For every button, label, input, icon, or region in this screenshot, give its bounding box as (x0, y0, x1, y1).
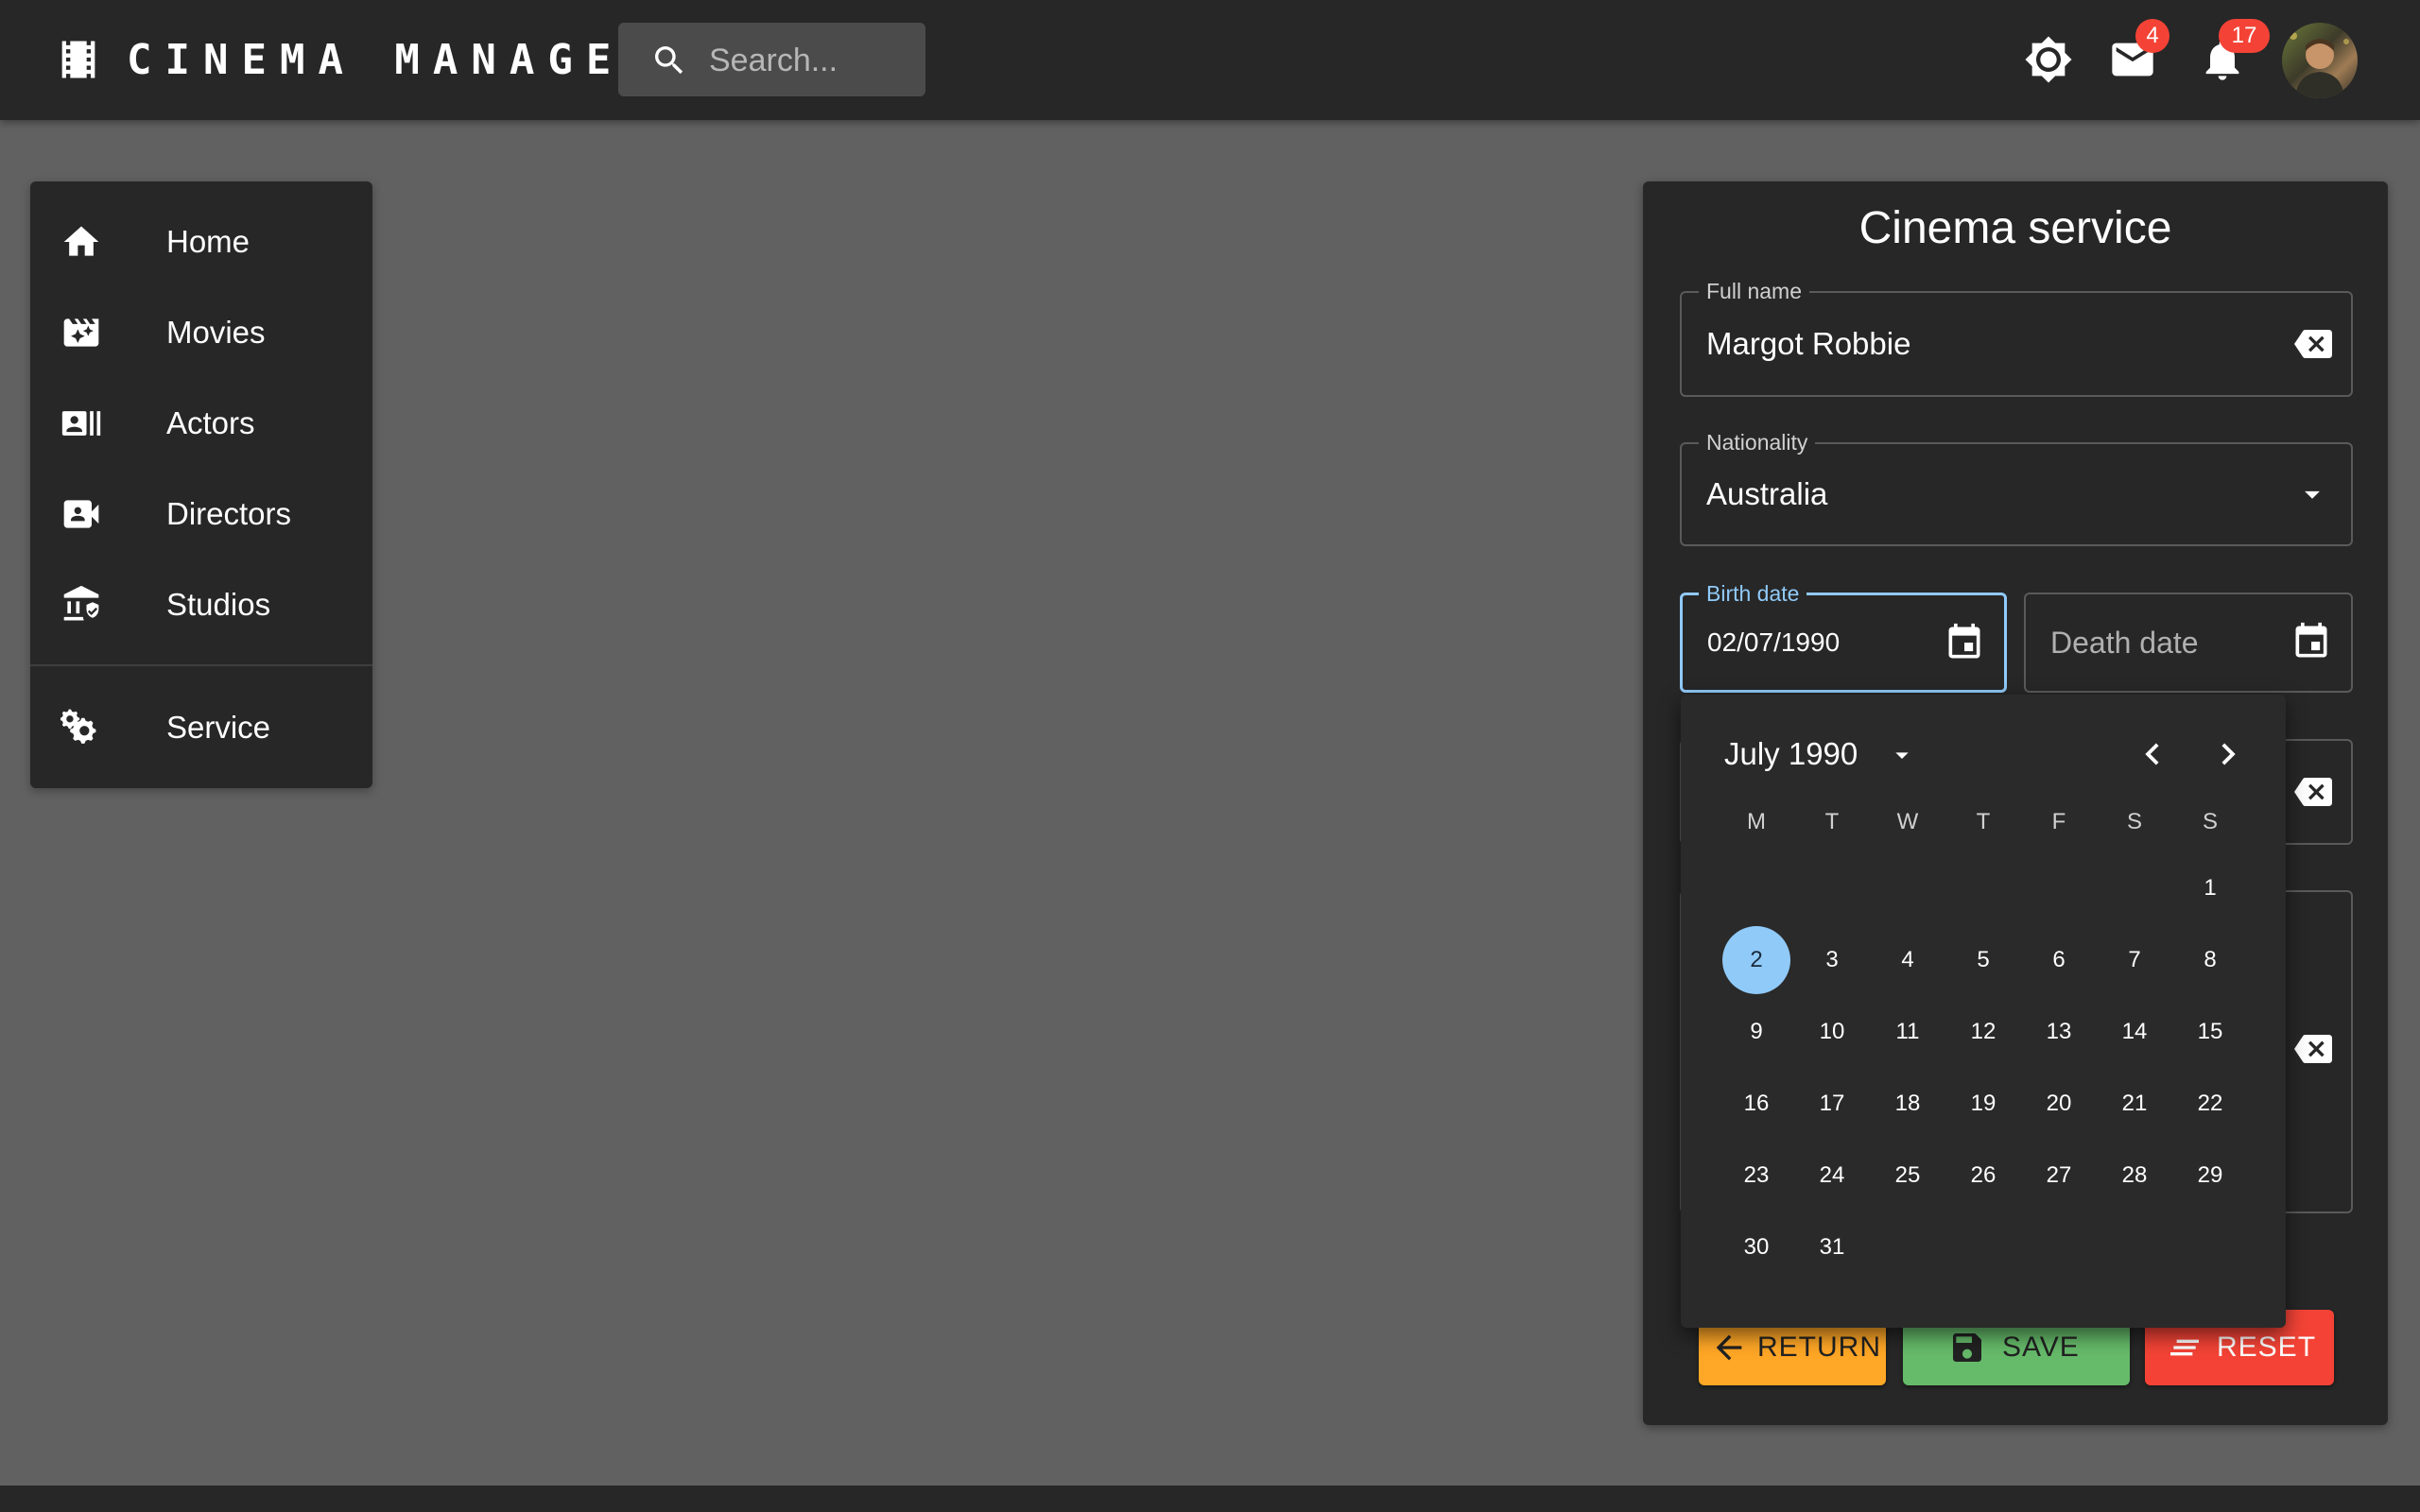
calendar-day[interactable]: 20 (2025, 1070, 2093, 1138)
weekday-label: T (1824, 809, 1840, 834)
calendar-day[interactable]: 27 (2025, 1142, 2093, 1210)
film-strip-icon (61, 41, 95, 78)
search-box[interactable] (618, 23, 925, 98)
chevron-right-icon[interactable] (2206, 732, 2250, 776)
full-name-field[interactable]: Full name Margot Robbie (1680, 278, 2353, 397)
weekday-label: F (2051, 809, 2066, 834)
calendar-day[interactable]: 3 (1798, 926, 1866, 994)
calendar-day[interactable]: 31 (1798, 1213, 1866, 1281)
sidebar-item-studios[interactable]: Studios (30, 559, 372, 650)
nationality-select[interactable]: Nationality Australia (1680, 429, 2353, 546)
save-icon (1953, 1333, 1981, 1362)
date-picker-popup: July 1990 MTWTFSS 1 2 3 4 5 6 7 8 9 10 11 12 13 14 15 1… (1681, 695, 2286, 1328)
dropdown-arrow-icon[interactable] (2294, 476, 2330, 512)
sidebar-item-label: Movies (166, 315, 266, 350)
studio-building-icon (63, 585, 99, 621)
search-input[interactable] (707, 23, 919, 98)
weekday-label: T (1976, 809, 1991, 834)
sidebar-divider (30, 664, 372, 666)
nationality-value: Australia (1706, 476, 1828, 511)
calendar-day-selected[interactable]: 2 (1722, 926, 1790, 994)
calendar-day[interactable]: 19 (1949, 1070, 2017, 1138)
weekday-label: S (2202, 809, 2218, 834)
mail-badge: 4 (2135, 19, 2169, 53)
sidebar: Home Movies Actors Directors Studios Ser… (30, 181, 372, 788)
user-photo (2290, 32, 2349, 98)
full-name-value[interactable]: Margot Robbie (1706, 293, 1910, 395)
calendar-day[interactable]: 15 (2176, 998, 2244, 1066)
app-title[interactable]: CINEMA MANAGER (127, 34, 663, 87)
calendar-day[interactable]: 29 (2176, 1142, 2244, 1210)
calendar-day[interactable]: 13 (2025, 998, 2093, 1066)
clear-icon[interactable] (2289, 773, 2338, 811)
video-camera-front-icon (63, 500, 99, 528)
weekday-label: S (2126, 809, 2142, 834)
calendar-day[interactable]: 25 (1874, 1142, 1942, 1210)
calendar-day[interactable]: 16 (1722, 1070, 1790, 1138)
brightness-icon[interactable] (2024, 35, 2073, 84)
birth-date-field[interactable]: Birth date 02/07/1990 (1680, 580, 2007, 693)
sidebar-item-label: Actors (166, 405, 255, 440)
calendar-day[interactable]: 1 (2176, 854, 2244, 922)
weekday-label: W (1896, 809, 1919, 834)
calendar-day[interactable]: 4 (1874, 926, 1942, 994)
footer-bar (0, 1486, 2420, 1512)
search-icon (655, 46, 683, 75)
chevron-left-icon[interactable] (2131, 732, 2174, 776)
recent-actors-icon (61, 411, 101, 436)
calendar-day[interactable]: 7 (2100, 926, 2169, 994)
month-dropdown-icon[interactable] (1887, 740, 1917, 770)
calendar-day[interactable]: 21 (2100, 1070, 2169, 1138)
death-date-placeholder: Death date (2050, 626, 2199, 660)
calendar-day[interactable]: 5 (1949, 926, 2017, 994)
sidebar-item-label: Studios (166, 587, 271, 622)
clear-all-icon (2170, 1339, 2199, 1356)
calendar-day[interactable]: 17 (1798, 1070, 1866, 1138)
settings-gears-icon (60, 709, 96, 744)
panel-title: Cinema service (1858, 203, 2172, 253)
sidebar-item-service[interactable]: Service (30, 682, 372, 773)
home-icon (63, 226, 99, 256)
calendar-icon[interactable] (2290, 621, 2332, 662)
notifications-badge: 17 (2219, 19, 2270, 53)
calendar-day[interactable]: 12 (1949, 998, 2017, 1066)
calendar-day[interactable]: 22 (2176, 1070, 2244, 1138)
movie-filter-icon (63, 318, 99, 347)
sidebar-item-label: Service (166, 710, 271, 745)
calendar-day[interactable]: 23 (1722, 1142, 1790, 1210)
birth-date-value[interactable]: 02/07/1990 (1707, 595, 1840, 690)
sidebar-item-label: Directors (166, 496, 292, 531)
clear-icon[interactable] (2289, 325, 2338, 363)
calendar-day[interactable]: 8 (2176, 926, 2244, 994)
sidebar-item-movies[interactable]: Movies (30, 287, 372, 378)
calendar-day[interactable]: 11 (1874, 998, 1942, 1066)
clear-icon[interactable] (2289, 1030, 2338, 1068)
sidebar-item-home[interactable]: Home (30, 197, 372, 287)
calendar-day[interactable]: 9 (1722, 998, 1790, 1066)
calendar-day[interactable]: 10 (1798, 998, 1866, 1066)
sidebar-item-label: Home (166, 224, 251, 259)
avatar[interactable] (2282, 23, 2358, 98)
arrow-back-icon (1716, 1334, 1742, 1361)
calendar-month-label[interactable]: July 1990 (1724, 732, 1858, 776)
calendar-icon[interactable] (1944, 622, 1985, 663)
sidebar-item-directors[interactable]: Directors (30, 469, 372, 559)
calendar-day[interactable]: 28 (2100, 1142, 2169, 1210)
calendar-day[interactable]: 14 (2100, 998, 2169, 1066)
calendar-day[interactable]: 24 (1798, 1142, 1866, 1210)
calendar-day[interactable]: 6 (2025, 926, 2093, 994)
app-bar: CINEMA MANAGER 4 17 (0, 0, 2420, 120)
death-date-field[interactable]: Death date (2024, 593, 2353, 693)
calendar-day[interactable]: 26 (1949, 1142, 2017, 1210)
sidebar-item-actors[interactable]: Actors (30, 378, 372, 469)
calendar-day[interactable]: 30 (1722, 1213, 1790, 1281)
calendar-day[interactable]: 18 (1874, 1070, 1942, 1138)
weekday-label: M (1747, 809, 1766, 834)
